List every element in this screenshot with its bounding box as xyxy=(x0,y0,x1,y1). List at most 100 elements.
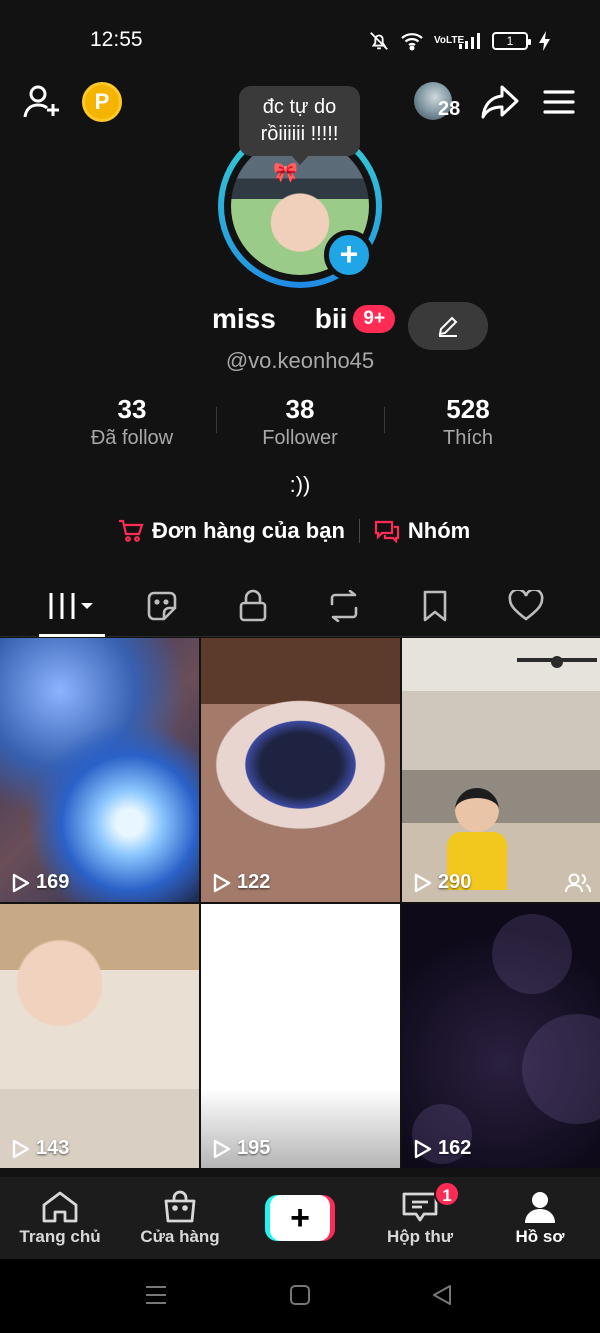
groups-link[interactable]: Nhóm xyxy=(374,518,470,544)
volte-icon: VoLTE xyxy=(434,35,465,46)
home-icon xyxy=(42,1191,78,1222)
notification-badge[interactable]: 9+ xyxy=(353,305,396,333)
back-icon[interactable] xyxy=(431,1284,453,1306)
nav-inbox[interactable]: 1 Hộp thư xyxy=(360,1177,480,1259)
share-icon[interactable] xyxy=(480,84,520,120)
nav-shop[interactable]: Cửa hàng xyxy=(120,1177,240,1259)
cart-icon xyxy=(119,519,144,542)
menu-icon[interactable] xyxy=(542,87,576,117)
status-bubble[interactable]: đc tự do rồiiiiii !!!!! xyxy=(239,86,360,165)
add-story-button[interactable]: + xyxy=(324,230,374,280)
play-icon xyxy=(414,1139,432,1158)
play-icon xyxy=(213,1139,231,1158)
sticker-icon xyxy=(147,591,176,620)
tab-reposts[interactable] xyxy=(298,575,389,636)
play-icon xyxy=(414,873,432,892)
profile-links: Đơn hàng của bạn Nhóm xyxy=(118,518,470,544)
video-tile[interactable]: 195 xyxy=(201,904,400,1168)
tab-videos[interactable] xyxy=(25,575,116,637)
stat-value: 33 xyxy=(117,394,147,424)
orders-label: Đơn hàng của bạn xyxy=(152,518,345,543)
tab-stickers[interactable] xyxy=(116,575,207,636)
bio: :)) xyxy=(289,472,311,497)
display-name: miss bii xyxy=(212,303,348,334)
add-friend-icon[interactable] xyxy=(22,82,62,122)
play-icon xyxy=(12,873,30,892)
video-tile[interactable]: 169 xyxy=(0,638,199,902)
view-count: 169 xyxy=(12,871,69,894)
status-bar: 12:55 VoLTE 1 xyxy=(0,0,600,80)
header-left: P xyxy=(22,82,122,122)
play-icon xyxy=(12,1139,30,1158)
inbox-badge: 1 xyxy=(434,1181,460,1207)
mute-notification-icon xyxy=(370,32,388,50)
tab-private[interactable] xyxy=(207,575,298,636)
video-tile[interactable]: 143 xyxy=(0,904,199,1168)
divider xyxy=(358,519,360,543)
ceiling-fan-icon xyxy=(517,656,597,668)
system-nav-bar xyxy=(0,1259,600,1333)
tab-liked[interactable] xyxy=(480,575,571,636)
status-time: 12:55 xyxy=(90,28,143,51)
charging-icon xyxy=(539,31,550,51)
nav-home[interactable]: Trang chủ xyxy=(0,1177,120,1259)
stat-label: Đã follow xyxy=(90,427,174,449)
heart-icon xyxy=(508,589,543,621)
edit-profile-button[interactable] xyxy=(408,302,488,350)
bokeh-light xyxy=(492,914,572,994)
recent-apps-icon[interactable] xyxy=(145,1284,167,1306)
nav-shop-label: Cửa hàng xyxy=(140,1226,220,1246)
stat-followers[interactable]: 38 Follower xyxy=(216,393,384,453)
repost-icon xyxy=(330,589,357,622)
view-count-value: 169 xyxy=(36,871,70,893)
video-tile[interactable]: 122 xyxy=(201,638,400,902)
story-count: 28 xyxy=(438,98,461,120)
play-icon xyxy=(213,873,231,892)
plus-icon: + xyxy=(270,1195,330,1241)
story-avatar[interactable]: 28 xyxy=(414,82,461,122)
home-system-icon[interactable] xyxy=(289,1284,311,1306)
signal-icon xyxy=(459,33,480,49)
nav-profile-label: Hồ sơ xyxy=(515,1226,565,1246)
create-button[interactable]: + xyxy=(265,1195,335,1241)
video-tile[interactable]: 162 xyxy=(402,904,600,1168)
nav-home-label: Trang chủ xyxy=(19,1226,101,1246)
content-tabs xyxy=(0,575,600,637)
view-count: 143 xyxy=(12,1137,69,1160)
view-count-value: 290 xyxy=(438,871,472,893)
view-count: 162 xyxy=(414,1137,471,1160)
collab-people-icon xyxy=(565,873,591,893)
header-right: 28 xyxy=(414,82,576,122)
groups-label: Nhóm xyxy=(407,518,471,543)
nav-inbox-label: Hộp thư xyxy=(386,1226,454,1246)
orders-link[interactable]: Đơn hàng của bạn xyxy=(118,518,345,544)
view-count: 195 xyxy=(213,1137,270,1160)
view-count: 122 xyxy=(213,871,270,894)
view-count-value: 195 xyxy=(237,1137,271,1159)
view-count-value: 162 xyxy=(438,1137,472,1159)
bokeh-light xyxy=(522,1014,600,1124)
video-grid: 169 122 290 143 195 162 xyxy=(0,638,600,1168)
pencil-icon xyxy=(438,316,458,337)
stat-following[interactable]: 33 Đã follow xyxy=(48,393,216,453)
nav-profile[interactable]: Hồ sơ xyxy=(480,1177,600,1259)
lock-icon xyxy=(239,589,266,621)
stat-likes[interactable]: 528 Thích xyxy=(384,393,552,453)
profile-stats: 33 Đã follow 38 Follower 528 Thích xyxy=(48,393,552,453)
stat-value: 528 xyxy=(446,394,490,424)
bookmark-icon xyxy=(423,590,446,621)
wifi-icon xyxy=(401,33,423,51)
stat-value: 38 xyxy=(285,394,315,424)
name-row: miss bii 9+ xyxy=(212,303,396,335)
video-tile[interactable]: 290 xyxy=(402,638,600,902)
view-count-value: 122 xyxy=(237,871,271,893)
grid-videos-icon xyxy=(49,592,93,619)
nav-create[interactable]: + xyxy=(240,1177,360,1259)
status-icons: VoLTE 1 xyxy=(368,28,552,54)
profile-icon xyxy=(525,1191,555,1223)
username: @vo.keonho45 xyxy=(225,348,375,373)
bottom-nav: Trang chủ Cửa hàng + 1 Hộp thư Hồ sơ xyxy=(0,1177,600,1259)
coin-icon[interactable]: P xyxy=(82,82,122,122)
shopping-bag-icon xyxy=(164,1190,196,1222)
tab-favorites[interactable] xyxy=(389,575,480,636)
